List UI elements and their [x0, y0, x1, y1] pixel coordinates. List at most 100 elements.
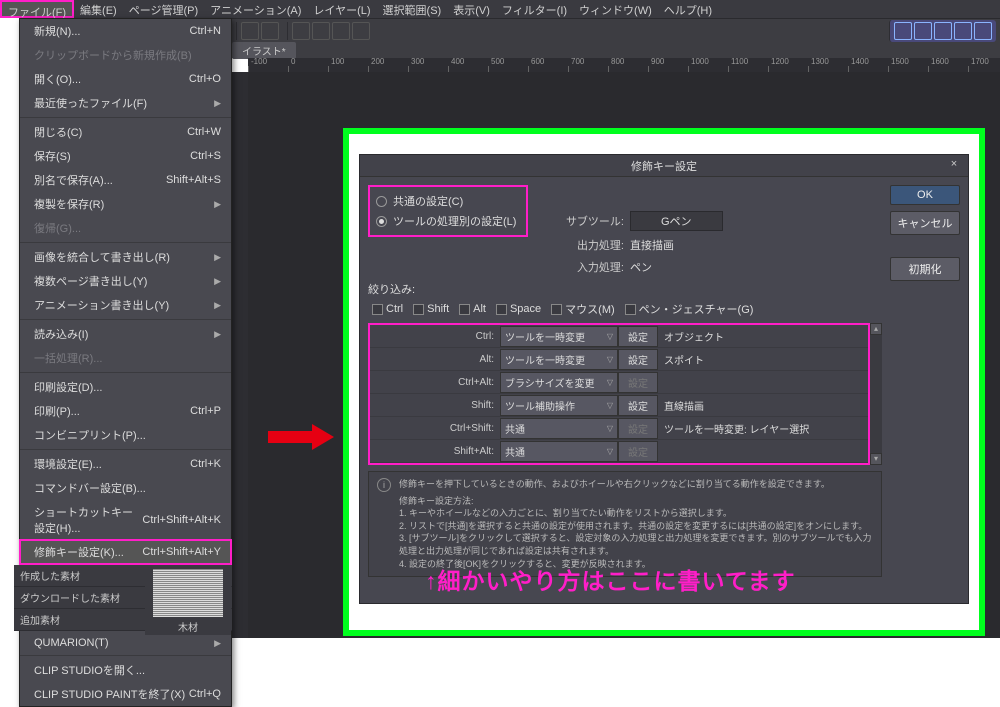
- tool-icon[interactable]: [974, 22, 992, 40]
- menu-item[interactable]: 保存(S)Ctrl+S: [20, 144, 231, 168]
- menu-item[interactable]: QUMARION(T)▶: [20, 633, 231, 653]
- annotation-arrow: [268, 424, 340, 450]
- subtool-label: サブツール:: [560, 213, 624, 229]
- assigned-action: スポイト: [658, 352, 868, 367]
- menu-item[interactable]: 複製を保存(R)▶: [20, 192, 231, 216]
- scroll-down-icon[interactable]: ▾: [870, 453, 882, 465]
- settings-button: 設定: [618, 441, 658, 462]
- action-dropdown[interactable]: ツールを一時変更▽: [500, 326, 618, 347]
- menubar: ファイル(F) 編集(E) ページ管理(P) アニメーション(A) レイヤー(L…: [0, 0, 1000, 18]
- chevron-down-icon: ▽: [607, 424, 613, 433]
- settings-button[interactable]: 設定: [618, 326, 658, 347]
- filter-checkbox[interactable]: マウス(M): [551, 301, 615, 317]
- table-row: Shift+Alt:共通▽設定: [370, 440, 868, 463]
- filter-checkbox[interactable]: Alt: [459, 303, 486, 315]
- menu-item[interactable]: アニメーション書き出し(Y)▶: [20, 293, 231, 317]
- settings-button[interactable]: 設定: [618, 349, 658, 370]
- menu-help[interactable]: ヘルプ(H): [658, 0, 718, 18]
- annotation-text: ↑細かいやり方はここに書いてます: [425, 562, 796, 596]
- action-dropdown[interactable]: ブラシサイズを変更▽: [500, 372, 618, 393]
- menu-item[interactable]: 読み込み(I)▶: [20, 322, 231, 346]
- menu-item[interactable]: 画像を統合して書き出し(R)▶: [20, 245, 231, 269]
- menu-item[interactable]: 修飾キー設定(K)...Ctrl+Shift+Alt+Y: [20, 540, 231, 564]
- filter-checkbox[interactable]: ペン・ジェスチャー(G): [625, 301, 754, 317]
- action-dropdown[interactable]: ツール補助操作▽: [500, 395, 618, 416]
- tool-icon[interactable]: [241, 22, 259, 40]
- menu-item[interactable]: 開く(O)...Ctrl+O: [20, 67, 231, 91]
- settings-button[interactable]: 設定: [618, 395, 658, 416]
- menu-page[interactable]: ページ管理(P): [123, 0, 204, 18]
- help-line: 3. [サブツール]をクリックして選択すると、設定対象の入力処理と出力処理を変更…: [399, 532, 873, 557]
- output-value: 直接描画: [630, 237, 674, 253]
- menu-item[interactable]: 閉じる(C)Ctrl+W: [20, 120, 231, 144]
- menu-filter[interactable]: フィルター(I): [496, 0, 573, 18]
- menu-item[interactable]: CLIP STUDIOを開く...: [20, 658, 231, 682]
- toolbar: [232, 18, 1000, 42]
- tool-icon[interactable]: [894, 22, 912, 40]
- settings-button: 設定: [618, 372, 658, 393]
- ruler-horizontal: -100010020030040050060070080090010001100…: [248, 58, 1000, 72]
- scrollbar[interactable]: ▴ ▾: [870, 323, 882, 465]
- action-dropdown[interactable]: ツールを一時変更▽: [500, 349, 618, 370]
- chevron-down-icon: ▽: [607, 447, 613, 456]
- menu-item[interactable]: ショートカットキー設定(H)...Ctrl+Shift+Alt+K: [20, 500, 231, 540]
- menu-item[interactable]: 印刷設定(D)...: [20, 375, 231, 399]
- cancel-button[interactable]: キャンセル: [890, 211, 960, 235]
- modifier-table: Ctrl:ツールを一時変更▽設定オブジェクトAlt:ツールを一時変更▽設定スポイ…: [368, 323, 870, 465]
- document-tab[interactable]: イラスト*: [232, 42, 296, 59]
- menu-item[interactable]: 別名で保存(A)...Shift+Alt+S: [20, 168, 231, 192]
- menu-item[interactable]: 環境設定(E)...Ctrl+K: [20, 452, 231, 476]
- initialize-button[interactable]: 初期化: [890, 257, 960, 281]
- tool-icon[interactable]: [292, 22, 310, 40]
- filter-checkbox[interactable]: Space: [496, 303, 541, 315]
- menu-item[interactable]: コマンドバー設定(B)...: [20, 476, 231, 500]
- menu-item[interactable]: 新規(N)...Ctrl+N: [20, 19, 231, 43]
- assigned-action: 直線描画: [658, 398, 868, 413]
- chevron-down-icon: ▽: [607, 401, 613, 410]
- table-row: Ctrl+Shift:共通▽設定ツールを一時変更: レイヤー選択: [370, 417, 868, 440]
- filter-checkbox[interactable]: Shift: [413, 303, 449, 315]
- tool-icon[interactable]: [332, 22, 350, 40]
- help-line: 修飾キーを押下しているときの動作、およびホイールや右クリックなどに割り当てる動作…: [399, 478, 873, 491]
- radio-label: 共通の設定(C): [393, 193, 463, 209]
- menu-item[interactable]: CLIP STUDIO PAINTを終了(X)Ctrl+Q: [20, 682, 231, 706]
- tool-icon[interactable]: [352, 22, 370, 40]
- subtool-field[interactable]: Gペン: [630, 211, 723, 231]
- filter-checkbox[interactable]: Ctrl: [372, 303, 403, 315]
- ok-button[interactable]: OK: [890, 185, 960, 205]
- assigned-action: オブジェクト: [658, 329, 868, 344]
- menu-item[interactable]: 複数ページ書き出し(Y)▶: [20, 269, 231, 293]
- tool-icon[interactable]: [914, 22, 932, 40]
- menu-edit[interactable]: 編集(E): [74, 0, 123, 18]
- thumbnail-image: [153, 569, 223, 617]
- menu-layer[interactable]: レイヤー(L): [307, 0, 376, 18]
- scroll-up-icon[interactable]: ▴: [870, 323, 882, 335]
- modifier-key-dialog: 修飾キー設定 × 共通の設定(C) ツールの処理別の設定(L) サブツール:Gペ…: [359, 154, 969, 604]
- menu-item: クリップボードから新規作成(B): [20, 43, 231, 67]
- menu-item[interactable]: 印刷(P)...Ctrl+P: [20, 399, 231, 423]
- tool-icon[interactable]: [261, 22, 279, 40]
- action-dropdown[interactable]: 共通▽: [500, 441, 618, 462]
- menu-animation[interactable]: アニメーション(A): [204, 0, 307, 18]
- menu-item[interactable]: コンビニプリント(P)...: [20, 423, 231, 447]
- setting-scope-radios: 共通の設定(C) ツールの処理別の設定(L): [368, 185, 528, 237]
- chevron-down-icon: ▽: [607, 355, 613, 364]
- menu-file[interactable]: ファイル(F): [0, 0, 74, 18]
- input-label: 入力処理:: [560, 259, 624, 275]
- menu-selection[interactable]: 選択範囲(S): [377, 0, 448, 18]
- action-dropdown[interactable]: 共通▽: [500, 418, 618, 439]
- table-row: Ctrl:ツールを一時変更▽設定オブジェクト: [370, 325, 868, 348]
- close-icon[interactable]: ×: [946, 158, 962, 174]
- tool-icon[interactable]: [312, 22, 330, 40]
- help-line: 1. キーやホイールなどの入力ごとに、割り当てたい動作をリストから選択します。: [399, 507, 873, 520]
- radio-per-tool[interactable]: ツールの処理別の設定(L): [376, 211, 520, 231]
- menu-window[interactable]: ウィンドウ(W): [573, 0, 658, 18]
- material-thumb[interactable]: 木材: [145, 565, 231, 635]
- radio-icon: [376, 216, 387, 227]
- menu-item[interactable]: 最近使ったファイル(F)▶: [20, 91, 231, 115]
- tool-icon[interactable]: [934, 22, 952, 40]
- radio-common[interactable]: 共通の設定(C): [376, 191, 520, 211]
- menu-view[interactable]: 表示(V): [447, 0, 496, 18]
- modifier-key-label: Shift+Alt:: [370, 446, 500, 457]
- tool-icon[interactable]: [954, 22, 972, 40]
